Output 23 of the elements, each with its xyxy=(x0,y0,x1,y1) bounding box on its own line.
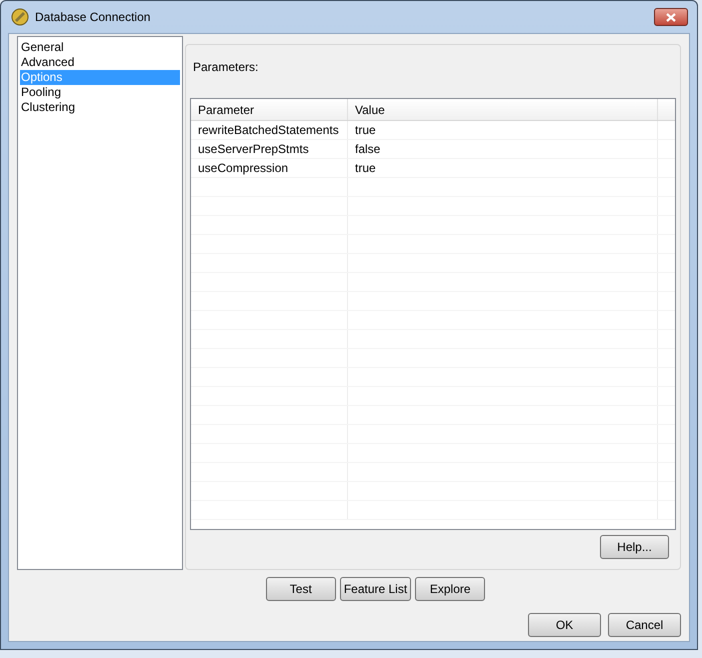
table-cell: true xyxy=(348,159,658,177)
table-cell: useServerPrepStmts xyxy=(191,140,348,158)
table-cell: false xyxy=(348,140,658,158)
category-item[interactable]: Pooling xyxy=(20,85,180,100)
category-item[interactable]: Advanced xyxy=(20,55,180,70)
column-header[interactable]: Parameter xyxy=(191,99,348,120)
window-title: Database Connection xyxy=(35,9,150,26)
action-button[interactable]: Feature List xyxy=(340,577,412,601)
category-item[interactable]: Clustering xyxy=(20,100,180,115)
category-item[interactable]: General xyxy=(20,40,180,55)
table-cell: true xyxy=(348,121,658,139)
parameters-label: Parameters: xyxy=(193,59,258,76)
close-button[interactable] xyxy=(654,8,688,26)
table-cell: rewriteBatchedStatements xyxy=(191,121,348,139)
action-button[interactable]: Test xyxy=(266,577,336,601)
close-icon xyxy=(666,12,676,22)
help-button[interactable]: Help... xyxy=(600,535,669,559)
table-cell: useCompression xyxy=(191,159,348,177)
dialog-button[interactable]: OK xyxy=(528,613,601,637)
app-icon xyxy=(11,8,29,26)
dialog-button[interactable]: Cancel xyxy=(608,613,681,637)
column-header[interactable]: Value xyxy=(348,99,658,120)
action-button[interactable]: Explore xyxy=(415,577,486,601)
